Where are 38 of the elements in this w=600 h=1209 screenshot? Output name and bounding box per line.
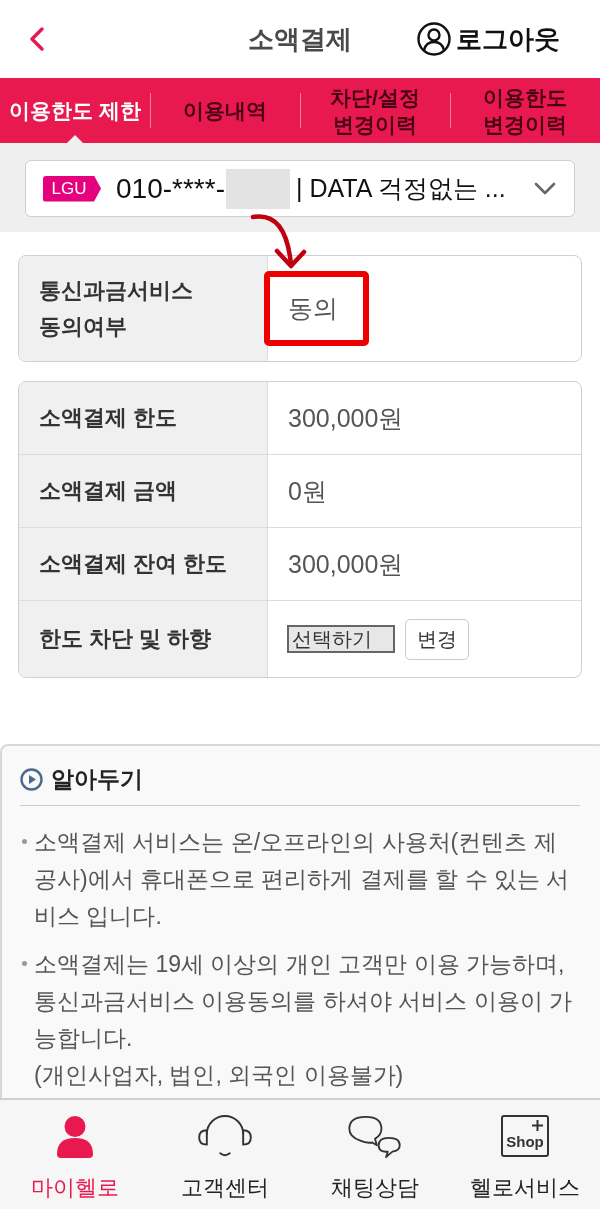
back-icon[interactable] <box>29 26 45 52</box>
nav-button[interactable]: 마이헬로 <box>0 1100 150 1209</box>
consent-value: 동의 <box>288 293 338 324</box>
shop-label: Shop <box>506 1134 544 1150</box>
plan-name: | DATA 걱정없는 ... <box>295 173 506 204</box>
row-value: 300,000원 <box>287 548 405 580</box>
bullet-icon <box>22 961 27 966</box>
row-value: 0원 <box>287 475 328 507</box>
row-value: 300,000원 <box>287 402 405 434</box>
row-label: 소액결제 한도 <box>19 382 268 454</box>
notes-title: 알아두기 <box>51 765 143 794</box>
limit-select[interactable]: 선택하기 <box>287 625 395 653</box>
logout-button[interactable]: 로그아웃 <box>417 21 560 57</box>
person-icon <box>56 1115 94 1159</box>
plus-icon <box>532 1120 543 1131</box>
carrier-badge: LGU <box>43 175 101 202</box>
tab[interactable]: 차단/설정 변경이력 <box>300 78 450 143</box>
chevron-down-icon <box>534 182 556 195</box>
nav-button[interactable]: 고객센터 <box>150 1100 300 1209</box>
nav-button[interactable]: 채팅상담 <box>300 1100 450 1209</box>
page-title: 소액결제 <box>248 22 352 56</box>
tab[interactable]: 이용내역 <box>150 78 300 143</box>
row-label: 소액결제 금액 <box>19 455 268 527</box>
nav-button[interactable]: Shop 헬로서비스 <box>450 1100 600 1209</box>
play-circle-icon <box>20 768 43 791</box>
note-text: 소액결제는 19세 이상의 개인 고객만 이용 가능하며, 통신과금서비스 이용동의를 하셔야 서비스 이용이 가능합니다. <box>34 950 573 1053</box>
tab[interactable]: 이용한도 변경이력 <box>450 78 600 143</box>
phone-number: 010-****- <box>116 172 225 205</box>
note-text: 소액결제 서비스는 온/오프라인의 사용처(컨텐츠 제공사)에서 휴대폰으로 편리하게 결제를 할 수 있는 서비스 입니다. <box>34 828 571 931</box>
headset-icon <box>196 1115 254 1159</box>
account-selector[interactable]: LGU 010-****- | DATA 걱정없는 ... <box>25 160 575 217</box>
bullet-icon <box>22 839 27 844</box>
row-label: 소액결제 잔여 한도 <box>19 528 268 600</box>
user-icon <box>417 22 451 56</box>
note-remark: (개인사업자, 법인, 외국인 이용불가) <box>34 1061 405 1090</box>
row-label: 통신과금서비스 동의여부 <box>19 256 268 361</box>
change-button[interactable]: 변경 <box>405 618 469 660</box>
row-label: 한도 차단 및 하향 <box>19 601 268 677</box>
